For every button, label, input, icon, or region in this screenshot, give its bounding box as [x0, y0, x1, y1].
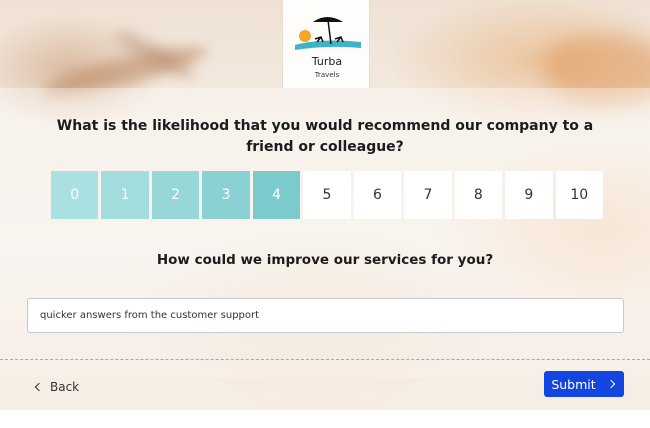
chevron-right-icon — [606, 379, 615, 389]
improve-question: How could we improve our services for yo… — [156, 252, 494, 268]
nps-option-10[interactable]: 10 — [555, 171, 603, 219]
nps-option-6[interactable]: 6 — [353, 171, 402, 219]
nps-question: What is the likelihood that you would re… — [56, 118, 594, 155]
beach-umbrella-logo-icon — [295, 17, 361, 50]
nps-option-9[interactable]: 9 — [505, 171, 553, 219]
nps-option-2[interactable]: 2 — [151, 171, 200, 219]
nps-scale: 0 1 2 3 4 5 6 7 8 9 10 — [51, 171, 603, 219]
nps-option-0[interactable]: 0 — [51, 171, 99, 219]
submit-button[interactable]: Submit — [544, 371, 624, 397]
nps-option-3[interactable]: 3 — [202, 171, 250, 219]
nps-option-5[interactable]: 5 — [303, 171, 351, 219]
footer-divider — [0, 359, 650, 360]
back-button[interactable]: Back — [33, 377, 79, 397]
nps-option-1[interactable]: 1 — [101, 171, 149, 219]
brand-name: Turba — [311, 55, 343, 68]
nps-option-7[interactable]: 7 — [404, 171, 452, 219]
submit-label: Submit — [551, 376, 596, 392]
chevron-left-icon — [34, 382, 44, 392]
improve-answer-input[interactable] — [27, 298, 624, 333]
back-label: Back — [50, 380, 80, 394]
nps-option-8[interactable]: 8 — [454, 171, 503, 219]
brand-logo: Turba Travels — [282, 0, 370, 88]
brand-subtitle: Travels — [314, 71, 340, 79]
nps-option-4[interactable]: 4 — [252, 171, 301, 219]
